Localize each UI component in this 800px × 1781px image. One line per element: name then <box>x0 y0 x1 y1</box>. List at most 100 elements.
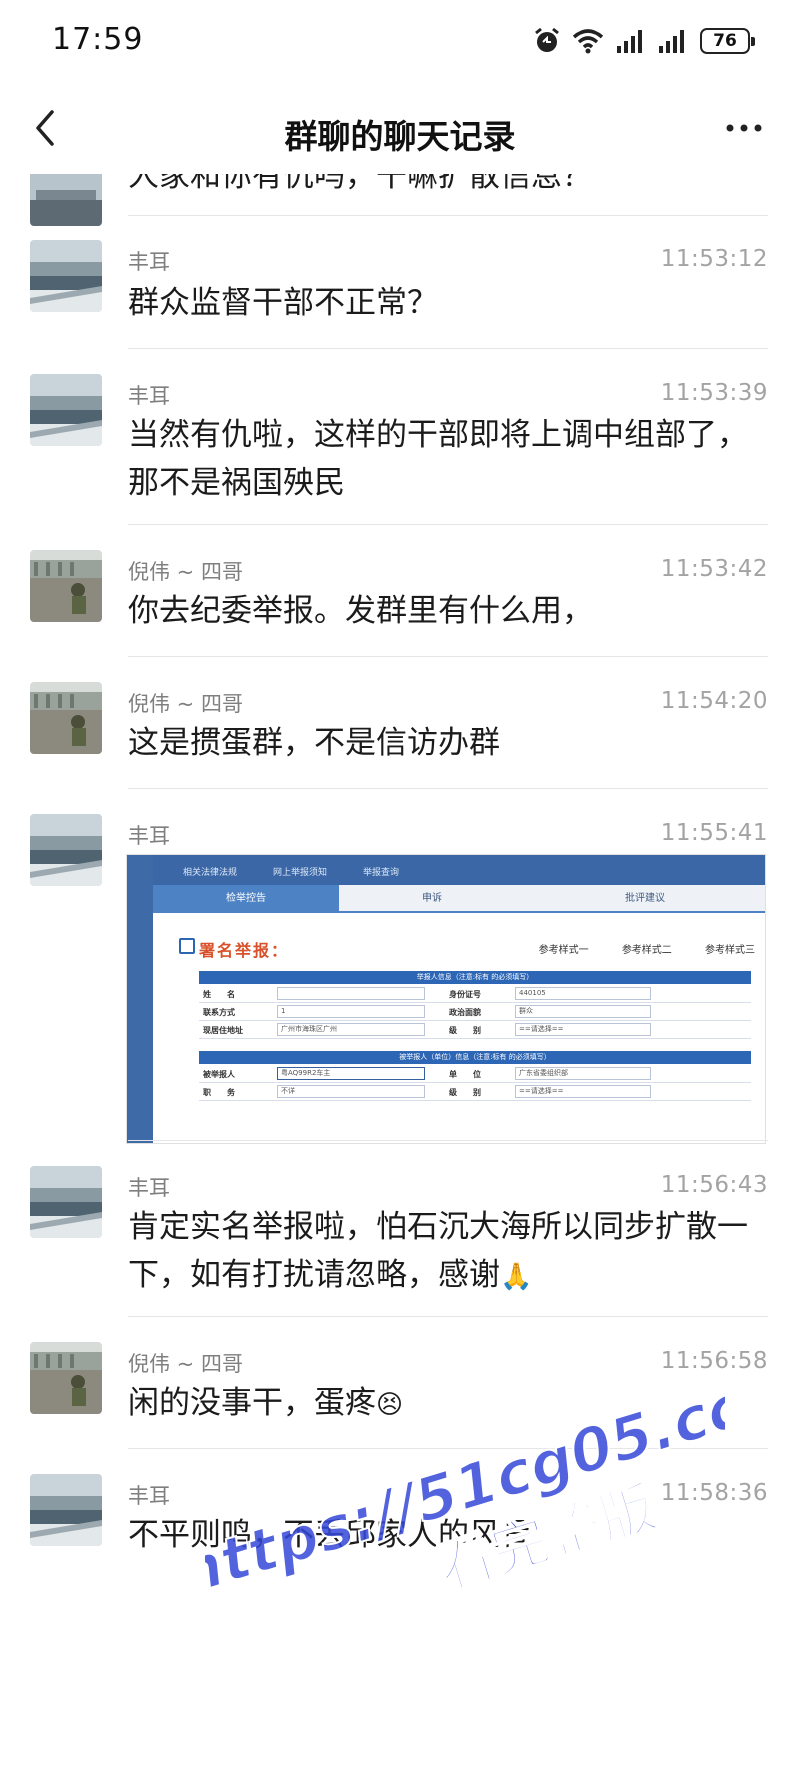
avatar[interactable] <box>30 174 102 226</box>
status-bar: 17:59 76 <box>0 0 800 84</box>
more-options-icon[interactable] <box>722 114 766 142</box>
field-value: 群众 <box>515 1005 651 1018</box>
field-label: 级 别 <box>449 1088 481 1097</box>
divider <box>128 1448 768 1449</box>
sender-name: 丰耳 <box>128 384 170 408</box>
signal-icon-2 <box>659 30 684 53</box>
form-row: 姓 名 身份证号 440105 <box>199 985 751 1003</box>
image-nav-link: 举报查询 <box>363 868 400 878</box>
divider <box>128 524 768 525</box>
image-refs: 参考样式一 参考样式二 参考样式三 <box>509 941 755 956</box>
avatar[interactable] <box>30 374 102 446</box>
image-ref: 参考样式二 <box>621 945 672 956</box>
message-time: 11:54:20 <box>660 688 768 714</box>
status-icons: 76 <box>534 26 755 56</box>
message-time: 11:56:58 <box>660 1348 768 1374</box>
message-text: 人家和你有仇吗，干嘛扩散信息？ <box>128 174 593 194</box>
field-label: 政治面貌 <box>449 1008 481 1017</box>
report-icon <box>179 938 195 954</box>
wifi-icon <box>572 29 604 54</box>
field-value: 440105 <box>515 987 651 1000</box>
message-time: 11:53:12 <box>660 246 768 272</box>
field-label: 姓 名 <box>203 990 235 999</box>
sender-name: 丰耳 <box>128 824 170 848</box>
field-label: 被举报人 <box>203 1070 235 1079</box>
divider <box>128 348 768 349</box>
field-label: 职 务 <box>203 1088 235 1097</box>
sender-name: 倪伟 ~ 四哥 <box>128 692 243 716</box>
field-label: 单 位 <box>449 1070 481 1079</box>
page-title: 群聊的聊天记录 <box>284 117 516 156</box>
field-value <box>277 987 425 1000</box>
field-value: 广州市海珠区广州 <box>277 1023 425 1036</box>
nav-bar: 群聊的聊天记录 <box>0 84 800 174</box>
sender-name: 倪伟 ~ 四哥 <box>128 1352 243 1376</box>
sender-name: 丰耳 <box>128 250 170 274</box>
message-text: 群众监督干部不正常？ <box>128 285 438 321</box>
avatar[interactable] <box>30 1474 102 1546</box>
message-text: 你去纪委举报。发群里有什么用， <box>128 593 593 629</box>
field-value: ==请选择== <box>515 1085 651 1098</box>
message-time: 11:56:43 <box>660 1172 768 1198</box>
image-ref: 参考样式三 <box>705 945 755 956</box>
form-row: 职 务 不详 级 别 ==请选择== <box>199 1083 751 1101</box>
field-label: 现居住地址 <box>203 1026 243 1035</box>
image-sidebar <box>127 855 153 1143</box>
message-text-body: 肯定实名举报啦，怕石沉大海所以同步扩散一下，如有打扰请忽略，感谢 <box>128 1209 748 1293</box>
form-row: 联系方式 1 政治面貌 群众 <box>199 1003 751 1021</box>
field-value: ==请选择== <box>515 1023 651 1036</box>
avatar[interactable] <box>30 1166 102 1238</box>
avatar[interactable] <box>30 240 102 312</box>
image-heading: 署名举报： <box>199 941 290 960</box>
message-time: 11:58:36 <box>660 1480 768 1506</box>
avatar[interactable] <box>30 550 102 622</box>
divider <box>128 1316 768 1317</box>
message-time: 11:55:41 <box>660 820 768 846</box>
form-row: 现居住地址 广州市海珠区广州 级 别 ==请选择== <box>199 1021 751 1039</box>
message-time: 11:53:42 <box>660 556 768 582</box>
avatar[interactable] <box>30 1342 102 1414</box>
message-text: 不平则鸣，不丢邱家人的风骨 <box>128 1517 531 1553</box>
sender-name: 丰耳 <box>128 1176 170 1200</box>
message-text: 当然有仇啦，这样的干部即将上调中组部了，那不是祸国殃民 <box>128 417 748 501</box>
field-value: 广东省委组织部 <box>515 1067 651 1080</box>
field-label: 身份证号 <box>449 990 481 999</box>
message-text: 这是掼蛋群，不是信访办群 <box>128 725 500 761</box>
image-tab: 检举控告 <box>153 885 339 913</box>
form-row: 被举报人 粤AQ99R2车主 单 位 广东省委组织部 <box>199 1065 751 1083</box>
signal-icon <box>617 30 642 53</box>
sender-name: 倪伟 ~ 四哥 <box>128 560 243 584</box>
image-top-nav: 相关法律法规 网上举报须知 举报查询 <box>153 855 765 885</box>
message-text: 肯定实名举报啦，怕石沉大海所以同步扩散一下，如有打扰请忽略，感谢🙏 <box>128 1203 768 1301</box>
image-ref: 参考样式一 <box>538 945 589 956</box>
sender-name: 丰耳 <box>128 1484 170 1508</box>
image-nav-link: 网上举报须知 <box>273 868 328 878</box>
status-time: 17:59 <box>52 22 144 57</box>
reporter-band: 举报人信息（注意:标有 的必须填写） <box>199 971 751 984</box>
message-time: 11:53:39 <box>660 380 768 406</box>
field-value: 1 <box>277 1005 425 1018</box>
chat-history-list[interactable]: 人家和你有仇吗，干嘛扩散信息？ 丰耳 11:53:12 群众监督干部不正常？ 丰… <box>0 174 800 1781</box>
message-image[interactable]: 相关法律法规 网上举报须知 举报查询 检举控告 申诉 批评建议 署名举报： 参考… <box>126 854 766 1144</box>
persevere-emoji-icon: 😣 <box>376 1389 404 1420</box>
image-tab: 申诉 <box>422 893 442 904</box>
avatar[interactable] <box>30 682 102 754</box>
reported-band: 被举报人（单位）信息（注意:标有 的必须填写） <box>199 1051 751 1064</box>
clap-emoji-icon: 🙏 <box>500 1261 533 1292</box>
divider <box>128 1140 768 1141</box>
message-text: 闲的没事干，蛋疼😣 <box>128 1379 768 1429</box>
message-text-body: 闲的没事干，蛋疼 <box>128 1385 376 1421</box>
battery-icon: 76 <box>700 28 755 54</box>
image-nav-link: 相关法律法规 <box>183 868 238 878</box>
field-label: 联系方式 <box>203 1008 235 1017</box>
avatar[interactable] <box>30 814 102 886</box>
field-label: 级 别 <box>449 1026 481 1035</box>
field-value: 粤AQ99R2车主 <box>277 1067 425 1080</box>
divider <box>128 656 768 657</box>
divider <box>128 788 768 789</box>
alarm-icon <box>535 27 559 52</box>
battery-level: 76 <box>713 31 737 51</box>
image-tab: 批评建议 <box>625 893 665 904</box>
divider <box>128 215 768 216</box>
image-tabs: 检举控告 申诉 批评建议 <box>153 885 765 913</box>
